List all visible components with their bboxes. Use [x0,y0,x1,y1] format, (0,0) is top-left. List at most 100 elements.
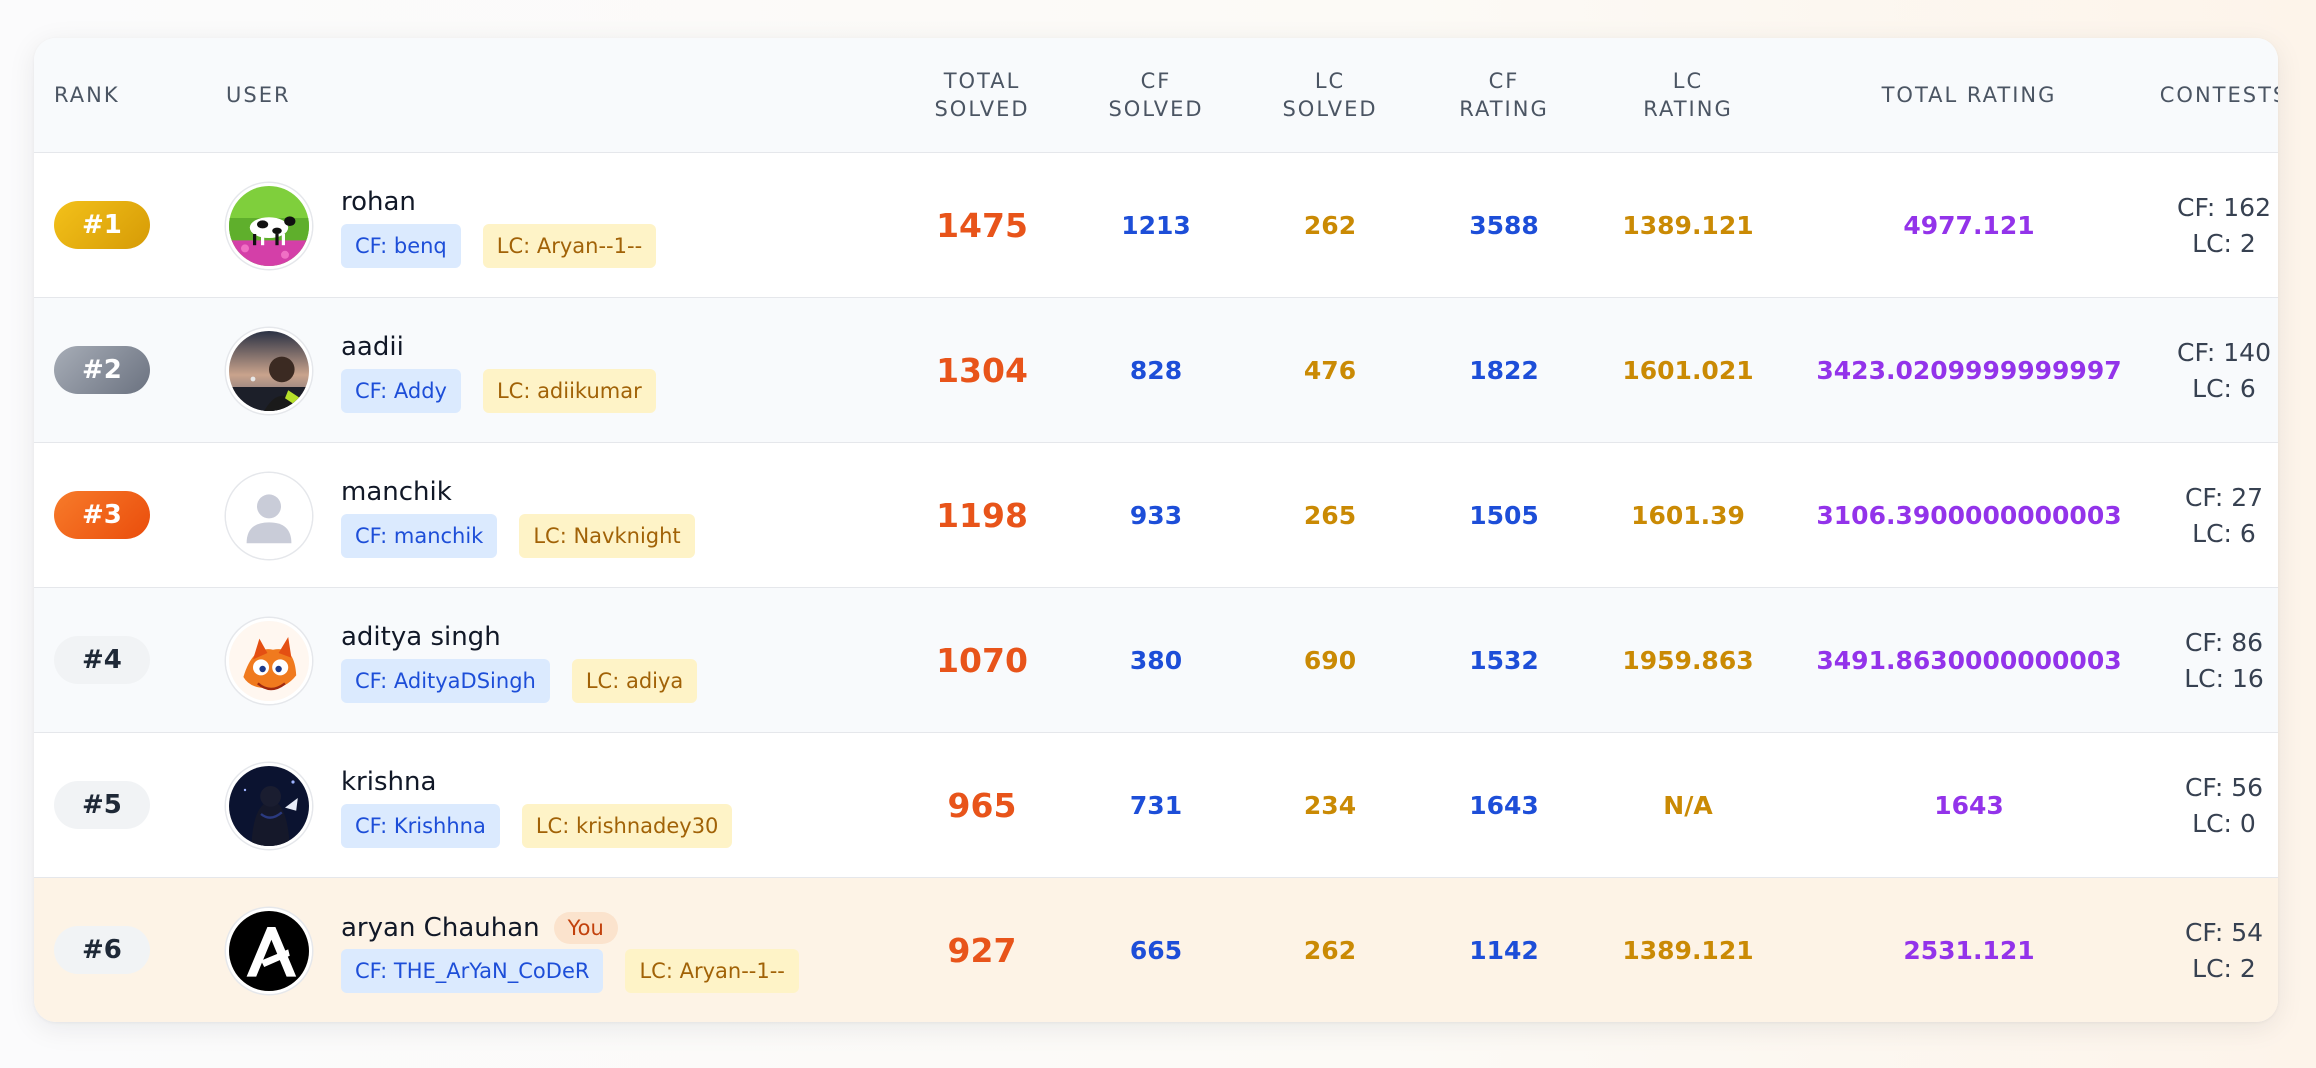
lc-handle-tag[interactable]: LC: Aryan--1-- [482,224,657,268]
cf-handle-tag[interactable]: CF: manchik [341,514,498,558]
table-row[interactable]: #3 manchik CF: manchik LC: Navknight 1198 933… [34,442,2278,587]
contests-value: CF: 162 LC: 2 [2134,153,2278,298]
cow-field-avatar [226,183,312,269]
contests-value: CF: 56 LC: 0 [2134,733,2278,878]
default-user-avatar [226,473,312,559]
table-row[interactable]: #2 aadii CF: Addy LC: adiikumar 1304 828 476 18… [34,297,2278,442]
rank-badge: #5 [54,781,150,829]
lc-handle-tag[interactable]: LC: krishnadey30 [521,804,733,848]
cf-solved-value: 665 [1129,936,1183,965]
total-rating-value: 3423.0209999999997 [1816,356,2122,385]
cf-handle-tag[interactable]: CF: Addy [341,369,461,413]
dark-character-avatar [226,763,312,849]
contests-cf: CF: 86 [2184,627,2264,657]
contests-lc: LC: 6 [2192,518,2256,548]
lc-solved-value: 262 [1303,211,1357,240]
header-contests: CONTESTS [2159,83,2278,107]
rank-badge: #2 [54,346,150,394]
user-name[interactable]: manchik [341,477,452,507]
cf-rating-value: 3588 [1469,211,1539,240]
contests-cf: CF: 162 [2177,192,2271,222]
header-lc-solved: LC SOLVED [1282,69,1378,121]
lc-solved-value: 265 [1303,501,1357,530]
lc-handle-tag[interactable]: LC: Aryan--1-- [625,949,799,993]
contests-lc: LC: 2 [2192,953,2256,983]
cf-handle-tag[interactable]: CF: benq [341,224,461,268]
user-name[interactable]: aryan Chauhan [341,913,540,943]
cf-handle-tag[interactable]: CF: AdityaDSingh [341,659,550,703]
cf-solved-value: 933 [1129,501,1183,530]
header-lc-rating: LC RATING [1643,69,1733,121]
cf-rating-value: 1643 [1469,791,1539,820]
table-row[interactable]: #4 aditya singh CF: AdityaDSingh LC: adiya 1… [34,587,2278,732]
rank-badge: #1 [54,201,150,249]
contests-lc: LC: 6 [2192,373,2256,403]
sunset-selfie-avatar [226,328,312,414]
contests-value: CF: 86 LC: 16 [2134,588,2278,733]
lc-rating-value: N/A [1663,791,1713,820]
contests-value: CF: 140 LC: 6 [2134,298,2278,443]
anime-fox-avatar [226,618,312,704]
contests-cf: CF: 54 [2184,917,2264,947]
table-row[interactable]: #1 rohan CF: benq LC: Aryan--1-- 1475 1213 262… [34,152,2278,297]
total-rating-value: 3106.3900000000003 [1816,501,2122,530]
total-rating-value: 2531.121 [1903,936,2035,965]
lc-rating-value: 1389.121 [1622,211,1754,240]
cf-rating-value: 1505 [1469,501,1539,530]
total-rating-value: 1643 [1934,791,2004,820]
header-rank: RANK [54,83,120,107]
leaderboard-table: RANK USER TOTAL SOLVED CF SOLVED LC SOLVED … [34,38,2278,1022]
lc-solved-value: 262 [1303,936,1357,965]
cf-rating-value: 1822 [1469,356,1539,385]
rank-badge: #6 [54,926,150,974]
cf-handle-tag[interactable]: CF: Krishhna [341,804,500,848]
lc-rating-value: 1389.121 [1622,936,1754,965]
cf-solved-value: 380 [1129,646,1183,675]
header-total-rating: TOTAL RATING [1881,83,2057,107]
contests-cf: CF: 140 [2177,337,2271,367]
user-name[interactable]: rohan [341,187,416,217]
contests-lc: LC: 2 [2192,228,2256,258]
total-solved-value: 1198 [936,496,1028,535]
total-rating-value: 3491.8630000000003 [1816,646,2122,675]
header-cf-rating: CF RATING [1459,69,1549,121]
table-row[interactable]: #5 krishna CF: Krishhna LC: krishnadey30 965… [34,732,2278,877]
user-name[interactable]: aadii [341,332,404,362]
cf-rating-value: 1142 [1469,936,1539,965]
total-solved-value: 1304 [936,351,1028,390]
table-row[interactable]: #6 aryan Chauhan You CF: THE_ArYaN_CoDeR LC:… [34,877,2278,1022]
lc-handle-tag[interactable]: LC: adiikumar [482,369,656,413]
contests-cf: CF: 56 [2184,772,2264,802]
lc-handle-tag[interactable]: LC: adiya [571,659,698,703]
letter-a-logo-avatar [226,908,312,994]
lc-rating-value: 1959.863 [1622,646,1754,675]
cf-rating-value: 1532 [1469,646,1539,675]
total-solved-value: 927 [947,931,1017,970]
lc-rating-value: 1601.021 [1622,356,1754,385]
contests-lc: LC: 16 [2184,663,2264,693]
total-solved-value: 1070 [936,641,1028,680]
total-rating-value: 4977.121 [1903,211,2035,240]
lc-solved-value: 234 [1303,791,1357,820]
header-cf-solved: CF SOLVED [1108,69,1204,121]
total-solved-value: 965 [947,786,1017,825]
lc-solved-value: 690 [1303,646,1357,675]
table-header: RANK USER TOTAL SOLVED CF SOLVED LC SOLVED … [34,38,2278,152]
contests-cf: CF: 27 [2184,482,2264,512]
lc-rating-value: 1601.39 [1631,501,1745,530]
header-total-solved: TOTAL SOLVED [934,69,1030,121]
rank-badge: #4 [54,636,150,684]
cf-solved-value: 828 [1129,356,1183,385]
total-solved-value: 1475 [936,206,1028,245]
cf-handle-tag[interactable]: CF: THE_ArYaN_CoDeR [341,949,604,993]
cf-solved-value: 1213 [1121,211,1191,240]
lc-handle-tag[interactable]: LC: Navknight [519,514,695,558]
header-user: USER [226,83,291,107]
rank-badge: #3 [54,491,150,539]
user-name[interactable]: krishna [341,767,436,797]
cf-solved-value: 731 [1129,791,1183,820]
contests-value: CF: 27 LC: 6 [2134,443,2278,588]
user-name[interactable]: aditya singh [341,622,501,652]
contests-value: CF: 54 LC: 2 [2134,878,2278,1022]
you-badge: You [553,912,618,944]
